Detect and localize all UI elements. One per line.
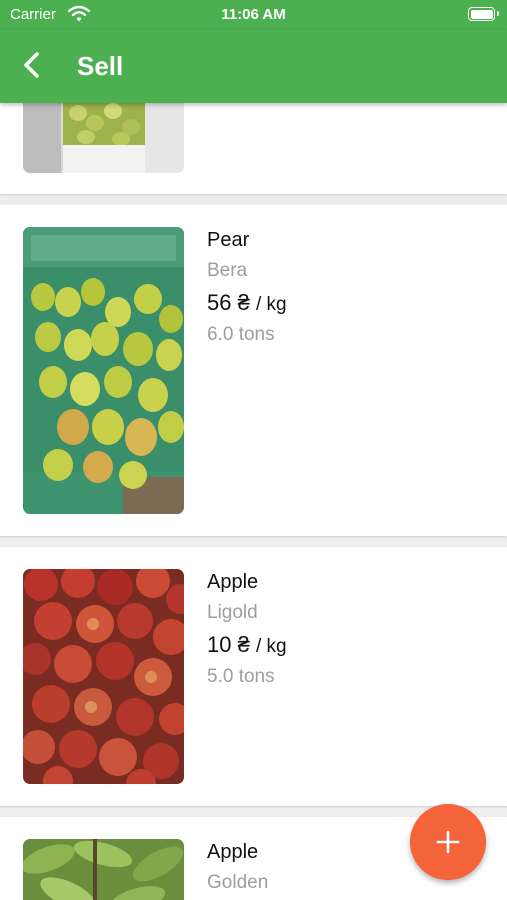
price-value: 56 ₴ [207, 290, 250, 315]
app-bar: Sell [0, 30, 507, 103]
status-bar: Carrier 11:06 AM [0, 0, 507, 30]
product-price: 10 ₴ / kg [207, 632, 287, 658]
clock: 11:06 AM [221, 6, 286, 23]
listing-photo [23, 569, 184, 784]
price-unit: / kg [255, 636, 287, 657]
listing-info: Apple Ligold 10 ₴ / kg 5.0 tons [207, 571, 287, 688]
product-variety: Ligold [207, 602, 258, 623]
listing-list[interactable]: Pear Bera 56 ₴ / kg 6.0 tons Apple Ligol… [0, 103, 507, 900]
listing-info: Pear Bera 56 ₴ / kg 6.0 tons [207, 229, 287, 346]
add-listing-button[interactable] [410, 804, 486, 880]
price-unit: / kg [255, 294, 287, 315]
listing-card[interactable] [0, 103, 507, 194]
listing-card[interactable]: Pear Bera 56 ₴ / kg 6.0 tons [0, 205, 507, 536]
product-name: Apple [207, 841, 259, 863]
product-quantity: 5.0 tons [207, 666, 275, 687]
listing-photo [23, 839, 184, 900]
price-value: 10 ₴ [207, 632, 250, 657]
back-arrow-icon[interactable] [18, 50, 48, 80]
listing-info: Apple Golden [207, 841, 268, 894]
product-name: Pear [207, 229, 250, 251]
listing-card[interactable]: Apple Ligold 10 ₴ / kg 5.0 tons [0, 547, 507, 806]
plus-icon [436, 830, 460, 854]
product-variety: Bera [207, 260, 248, 281]
listing-photo [23, 227, 184, 514]
product-variety: Golden [207, 872, 269, 893]
battery-icon [468, 7, 499, 21]
product-price: 56 ₴ / kg [207, 290, 287, 316]
listing-photo [23, 103, 184, 173]
product-quantity: 6.0 tons [207, 324, 275, 345]
product-name: Apple [207, 571, 259, 593]
page-title: Sell [77, 51, 124, 81]
